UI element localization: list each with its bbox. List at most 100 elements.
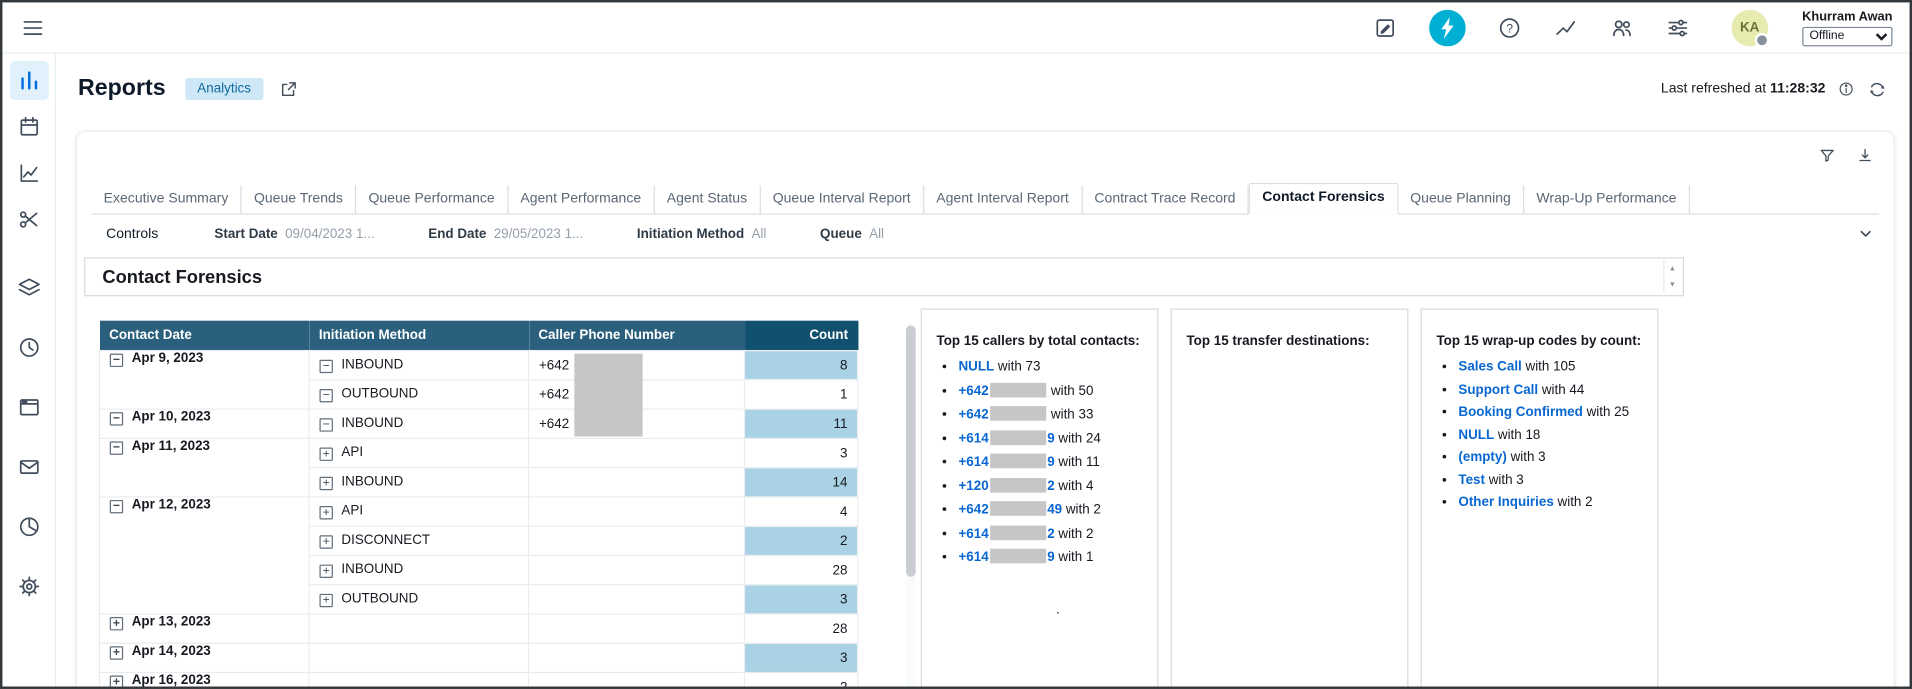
avatar[interactable]: KA [1731,9,1768,46]
tab-queue-interval-report[interactable]: Queue Interval Report [760,185,924,214]
tab-agent-performance[interactable]: Agent Performance [508,185,654,214]
caller-link-suffix[interactable]: 49 [1047,502,1062,517]
col-count[interactable]: Count [744,321,857,351]
cell-initiation-method: +DISCONNECT [309,526,528,555]
control-label: End Date [428,227,486,242]
wrapup-link[interactable]: Other Inquiries [1458,495,1553,510]
hamburger-menu-icon[interactable] [20,14,47,41]
expand-icon[interactable]: + [110,617,123,630]
download-icon[interactable] [1856,146,1874,164]
tab-queue-planning[interactable]: Queue Planning [1398,185,1524,214]
expand-icon[interactable]: + [319,565,332,578]
collapse-icon[interactable]: − [319,418,332,431]
table-row: +Apr 16, 20232 [99,672,857,686]
sidebar-item-dashboards[interactable] [9,61,48,100]
users-icon[interactable] [1609,15,1633,39]
caller-link-suffix[interactable]: 2 [1047,526,1054,541]
tab-agent-status[interactable]: Agent Status [655,185,761,214]
caller-link[interactable]: +642 [958,407,988,422]
expand-icon[interactable]: + [319,448,332,461]
tab-contract-trace-record[interactable]: Contract Trace Record [1082,185,1249,214]
refresh-icon[interactable] [1867,79,1888,100]
expand-icon[interactable]: + [110,676,123,687]
collapse-icon[interactable]: − [319,360,332,373]
cell-count: 1 [744,380,857,409]
control-field-end-date[interactable]: End Date 29/05/2023 1... [428,227,583,242]
card-tools [1818,146,1874,164]
user-name: Khurram Awan [1802,9,1892,24]
wrapup-link[interactable]: (empty) [1458,450,1506,465]
caller-link[interactable]: NULL [958,360,994,375]
control-field-start-date[interactable]: Start Date09/04/2023 1... [214,227,374,242]
expand-icon[interactable]: + [319,594,332,607]
wrapup-link[interactable]: Support Call [1458,382,1538,397]
cell-caller-phone [529,585,745,614]
col-initiation-method[interactable]: Initiation Method [309,321,528,351]
settings-sliders-icon[interactable] [1666,15,1690,39]
caller-link[interactable]: +642 [958,383,988,398]
caller-link-suffix[interactable]: 2 [1047,479,1054,494]
caller-link-suffix[interactable]: 9 [1047,550,1054,565]
cell-initiation-method: +API [309,438,528,467]
chevron-down-icon[interactable] [1857,227,1874,242]
collapse-icon[interactable]: − [110,412,123,425]
expand-icon[interactable]: + [319,506,332,519]
caller-link[interactable]: +120 [958,479,988,494]
caller-link[interactable]: +614 [958,455,988,470]
tab-agent-interval-report[interactable]: Agent Interval Report [924,185,1082,214]
sidebar-item-console[interactable] [9,388,48,427]
panel-wrapup-codes: Top 15 wrap-up codes by count: Sales Cal… [1421,309,1659,687]
tab-queue-performance[interactable]: Queue Performance [356,185,508,214]
col-caller-phone[interactable]: Caller Phone Number [529,321,745,351]
sidebar-item-settings[interactable] [9,567,48,606]
caller-link[interactable]: +642 [958,502,988,517]
col-contact-date[interactable]: Contact Date [99,321,309,351]
stepper-up-icon[interactable]: ▲ [1664,261,1680,277]
sidebar-item-mail[interactable] [9,448,48,487]
expand-icon[interactable]: + [319,535,332,548]
filter-icon[interactable] [1818,146,1836,164]
expand-icon[interactable]: + [319,477,332,490]
caller-link[interactable]: +614 [958,550,988,565]
q-assistant-lightning-icon[interactable] [1429,9,1466,46]
sidebar-item-calendar[interactable] [9,107,48,146]
caller-link-suffix[interactable]: 9 [1047,455,1054,470]
collapse-icon[interactable]: − [319,389,332,402]
collapse-icon[interactable]: − [110,354,123,367]
control-field-initiation-method[interactable]: Initiation MethodAll [637,227,767,242]
cell-count: 4 [744,497,857,526]
sidebar-item-analyses[interactable] [9,154,48,193]
info-icon[interactable] [1838,80,1855,97]
caller-link[interactable]: +614 [958,431,988,446]
wrapup-link[interactable]: Booking Confirmed [1458,405,1582,420]
sidebar-item-history[interactable] [9,328,48,367]
control-field-queue[interactable]: QueueAll [820,227,884,242]
external-link-icon[interactable] [278,79,299,100]
expand-icon[interactable]: + [110,646,123,659]
caller-link-suffix[interactable]: 9 [1047,431,1054,446]
cell-initiation-method: −INBOUND [309,409,528,438]
collapse-icon[interactable]: − [110,441,123,454]
wrapup-link[interactable]: Sales Call [1458,360,1521,375]
table-scrollbar[interactable] [906,323,916,686]
metrics-icon[interactable] [1553,15,1577,39]
status-select[interactable]: Offline [1802,26,1892,46]
tab-contact-forensics[interactable]: Contact Forensics [1249,182,1398,214]
wrapup-link[interactable]: NULL [1458,427,1494,442]
scrollbar-thumb[interactable] [906,326,916,577]
wrapup-link[interactable]: Test [1458,473,1485,488]
stepper-down-icon[interactable]: ▼ [1664,277,1680,293]
sidebar-item-data-prep[interactable] [9,200,48,239]
sidebar-item-usage[interactable] [9,507,48,546]
tab-executive-summary[interactable]: Executive Summary [91,185,241,214]
control-value: 29/05/2023 1... [494,227,584,242]
sidebar-item-datasets[interactable] [9,268,48,307]
sheet-scroll-stepper[interactable]: ▲▼ [1663,261,1680,293]
tab-queue-trends[interactable]: Queue Trends [242,185,356,214]
feedback-note-icon[interactable] [1373,15,1397,39]
help-icon[interactable]: ? [1497,15,1521,39]
caller-link[interactable]: +614 [958,526,988,541]
collapse-icon[interactable]: − [110,500,123,513]
controls-fields: Start Date09/04/2023 1... End Date 29/05/2… [214,227,884,242]
tab-wrap-up-performance[interactable]: Wrap-Up Performance [1524,185,1690,214]
